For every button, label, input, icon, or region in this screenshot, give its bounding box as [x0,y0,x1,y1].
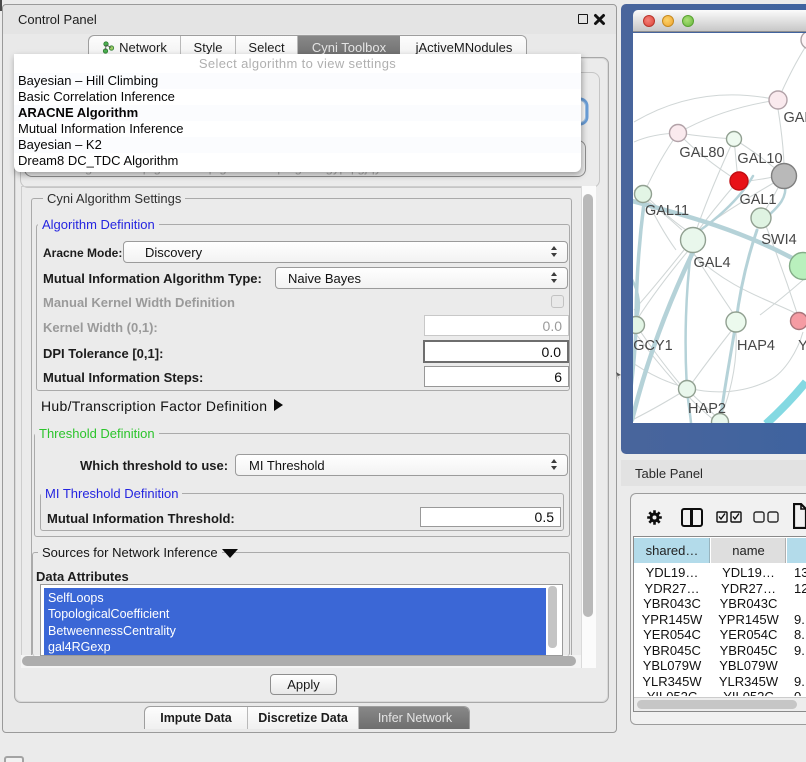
svg-text:Y: Y [798,338,806,354]
svg-text:GAL4: GAL4 [693,255,730,271]
svg-text:HAP4: HAP4 [737,338,775,354]
svg-text:GAL7: GAL7 [783,110,806,126]
svg-text:GAL10: GAL10 [737,151,782,167]
svg-text:HAP2: HAP2 [688,401,726,417]
svg-text:GCY1: GCY1 [633,338,673,354]
svg-text:GAL11: GAL11 [645,203,689,219]
svg-text:SWI4: SWI4 [761,232,796,248]
svg-text:GAL1: GAL1 [739,192,776,208]
svg-text:GAL80: GAL80 [679,145,724,161]
